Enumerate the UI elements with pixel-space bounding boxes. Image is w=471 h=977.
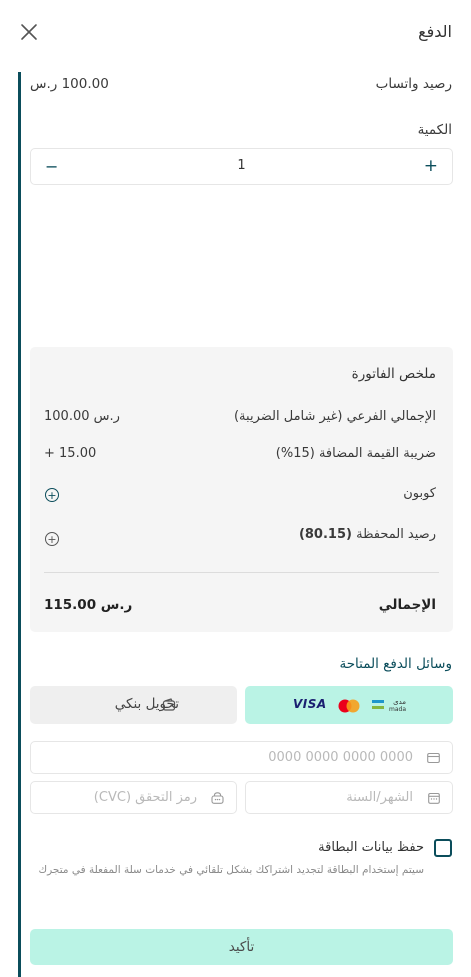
total-label: الإجمالي	[378, 597, 436, 613]
wallet-balance-label: رصيد المحفظة (80.15)	[298, 527, 436, 542]
card-payment-option[interactable]: مدى mada VISA	[245, 686, 453, 724]
add-coupon-button[interactable]: +	[45, 488, 59, 502]
accent-bar	[18, 72, 21, 977]
vat-label: ضريبة القيمة المضافة (15%)	[275, 446, 436, 461]
plus-circle-icon: +	[47, 532, 57, 546]
credit-card-icon	[427, 752, 440, 764]
summary-title: ملخص الفاتورة	[351, 366, 436, 382]
vat-value: + 15.00	[44, 446, 97, 461]
quantity-stepper: − 1 +	[30, 148, 453, 185]
quantity-value[interactable]: 1	[31, 158, 452, 173]
save-card-checkbox[interactable]	[434, 839, 452, 857]
total-value: 115.00 ر.س	[44, 597, 133, 613]
add-wallet-balance-button[interactable]: +	[45, 532, 59, 546]
calendar-icon	[428, 792, 440, 804]
bank-transfer-option[interactable]: تحويل بنكي	[30, 686, 237, 724]
visa-logo: VISA	[293, 697, 327, 711]
wallet-balance-amount: (80.15)	[298, 527, 352, 542]
close-icon	[21, 24, 37, 40]
plus-circle-icon: +	[47, 488, 57, 502]
cvc-field[interactable]: رمز التحقق (CVC)	[30, 781, 237, 814]
subtotal-value: 100.00 ر.س	[44, 409, 120, 424]
balance-label: رصيد واتساب	[375, 76, 452, 92]
expiry-field[interactable]: الشهر/السنة	[245, 781, 453, 814]
cvc-placeholder: رمز التحقق (CVC)	[93, 790, 197, 805]
balance-value: 100.00 ر.س	[30, 76, 109, 92]
save-card-description: سيتم إستخدام البطاقة لتجديد اشتراكك بشكل…	[38, 864, 424, 876]
summary-divider	[44, 572, 439, 573]
expiry-placeholder: الشهر/السنة	[346, 790, 413, 805]
lock-icon	[211, 792, 224, 804]
wallet-icon	[162, 698, 176, 711]
page-title: الدفع	[418, 22, 452, 41]
confirm-button[interactable]: تأكيد	[30, 929, 453, 965]
card-number-field[interactable]: 0000 0000 0000 0000	[30, 741, 453, 774]
quantity-increase-button[interactable]: +	[424, 156, 438, 176]
card-number-placeholder: 0000 0000 0000 0000	[268, 750, 413, 765]
mastercard-logo	[338, 699, 360, 713]
invoice-summary: ملخص الفاتورة الإجمالي الفرعي (غير شامل …	[30, 347, 453, 632]
payment-methods-title: وسائل الدفع المتاحة	[339, 656, 452, 672]
quantity-label: الكمية	[417, 122, 452, 138]
subtotal-label: الإجمالي الفرعي (غير شامل الضريبة)	[233, 409, 436, 424]
save-card-label: حفظ بيانات البطاقة	[318, 840, 424, 855]
close-button[interactable]	[18, 21, 40, 43]
coupon-label: كوبون	[403, 486, 436, 501]
mada-logo: مدى mada	[372, 698, 406, 714]
